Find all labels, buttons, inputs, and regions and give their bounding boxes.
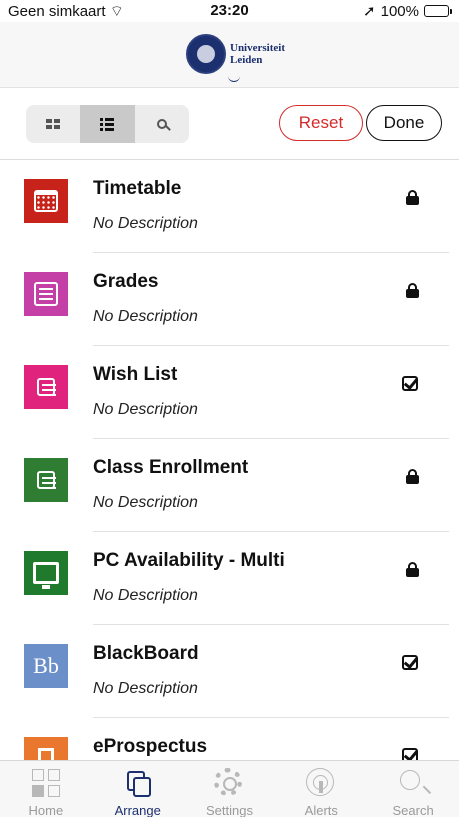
- battery-percent: 100%: [380, 2, 419, 20]
- list-item[interactable]: Wish List No Description: [0, 346, 459, 439]
- tab-bar: Home Arrange Settings Alerts Search: [0, 760, 459, 817]
- grades-icon: [24, 272, 68, 316]
- wish-list-icon: [24, 365, 68, 409]
- list-view-button[interactable]: [80, 105, 135, 143]
- module-list: Timetable No Description Grades No Descr…: [0, 160, 459, 760]
- list-item[interactable]: PC Availability - Multi No Description: [0, 532, 459, 625]
- university-logo: Universiteit Leiden: [186, 34, 285, 74]
- item-description: No Description: [93, 587, 198, 604]
- class-enrollment-icon: [24, 458, 68, 502]
- item-title: Class Enrollment: [93, 457, 249, 478]
- tab-search[interactable]: Search: [367, 761, 459, 817]
- item-title: Timetable: [93, 178, 182, 199]
- blackboard-icon: Bb: [24, 644, 68, 688]
- item-description: No Description: [93, 215, 198, 232]
- grid-view-button[interactable]: [26, 105, 80, 143]
- tab-arrange[interactable]: Arrange: [92, 761, 184, 817]
- tab-home[interactable]: Home: [0, 761, 92, 817]
- status-bar: Geen simkaart ⌔ 23:20 ➚ 100%: [0, 0, 459, 22]
- done-button[interactable]: Done: [366, 105, 442, 141]
- location-arrow-icon: ➚: [363, 3, 376, 20]
- tab-alerts[interactable]: Alerts: [275, 761, 367, 817]
- item-description: No Description: [93, 680, 198, 697]
- item-description: No Description: [93, 401, 198, 418]
- item-title: BlackBoard: [93, 643, 199, 664]
- list-item[interactable]: Grades No Description: [0, 253, 459, 346]
- list-item[interactable]: Timetable No Description: [0, 160, 459, 253]
- tab-label: Alerts: [304, 803, 338, 817]
- lock-icon[interactable]: [406, 190, 419, 205]
- lock-icon[interactable]: [406, 562, 419, 577]
- grid-view-icon: [46, 119, 61, 129]
- lock-icon[interactable]: [406, 283, 419, 298]
- search-icon: [400, 770, 421, 790]
- checkbox-checked-icon[interactable]: [402, 655, 418, 670]
- tab-label: Home: [28, 803, 64, 817]
- view-mode-segmented-control: [26, 105, 189, 143]
- calendar-icon: [24, 179, 68, 223]
- lock-icon[interactable]: [406, 469, 419, 484]
- tab-label: Arrange: [114, 803, 161, 817]
- app-header: Universiteit Leiden: [0, 22, 459, 88]
- list-item[interactable]: Class Enrollment No Description: [0, 439, 459, 532]
- battery-icon: [424, 5, 452, 17]
- tab-settings[interactable]: Settings: [184, 761, 276, 817]
- checkbox-checked-icon[interactable]: [402, 376, 418, 391]
- broadcast-icon: [306, 768, 335, 796]
- item-title: PC Availability - Multi: [93, 550, 285, 571]
- arrange-toolbar: Reset Done: [0, 88, 459, 160]
- pull-down-icon[interactable]: [228, 76, 240, 82]
- checkbox-checked-icon[interactable]: [402, 748, 418, 760]
- logo-text: Universiteit Leiden: [230, 42, 285, 66]
- search-view-button[interactable]: [135, 105, 189, 143]
- item-title: Grades: [93, 271, 159, 292]
- gear-icon: [214, 768, 243, 796]
- list-item[interactable]: Bb BlackBoard No Description: [0, 625, 459, 718]
- monitor-icon: [24, 551, 68, 595]
- reset-button[interactable]: Reset: [279, 105, 363, 141]
- seal-icon: [186, 34, 226, 74]
- item-title: eProspectus: [93, 736, 208, 757]
- list-view-icon: [100, 117, 115, 131]
- item-title: Wish List: [93, 364, 178, 385]
- status-right: ➚ 100%: [363, 2, 452, 20]
- tab-label: Settings: [206, 803, 253, 817]
- item-description: No Description: [93, 308, 198, 325]
- tab-label: Search: [392, 803, 434, 817]
- search-icon: [156, 119, 167, 129]
- bookmark-icon: [24, 737, 68, 760]
- item-description: No Description: [93, 494, 198, 511]
- arrange-icon: [123, 768, 153, 798]
- home-grid-icon: [31, 768, 61, 798]
- list-item[interactable]: eProspectus: [0, 718, 459, 760]
